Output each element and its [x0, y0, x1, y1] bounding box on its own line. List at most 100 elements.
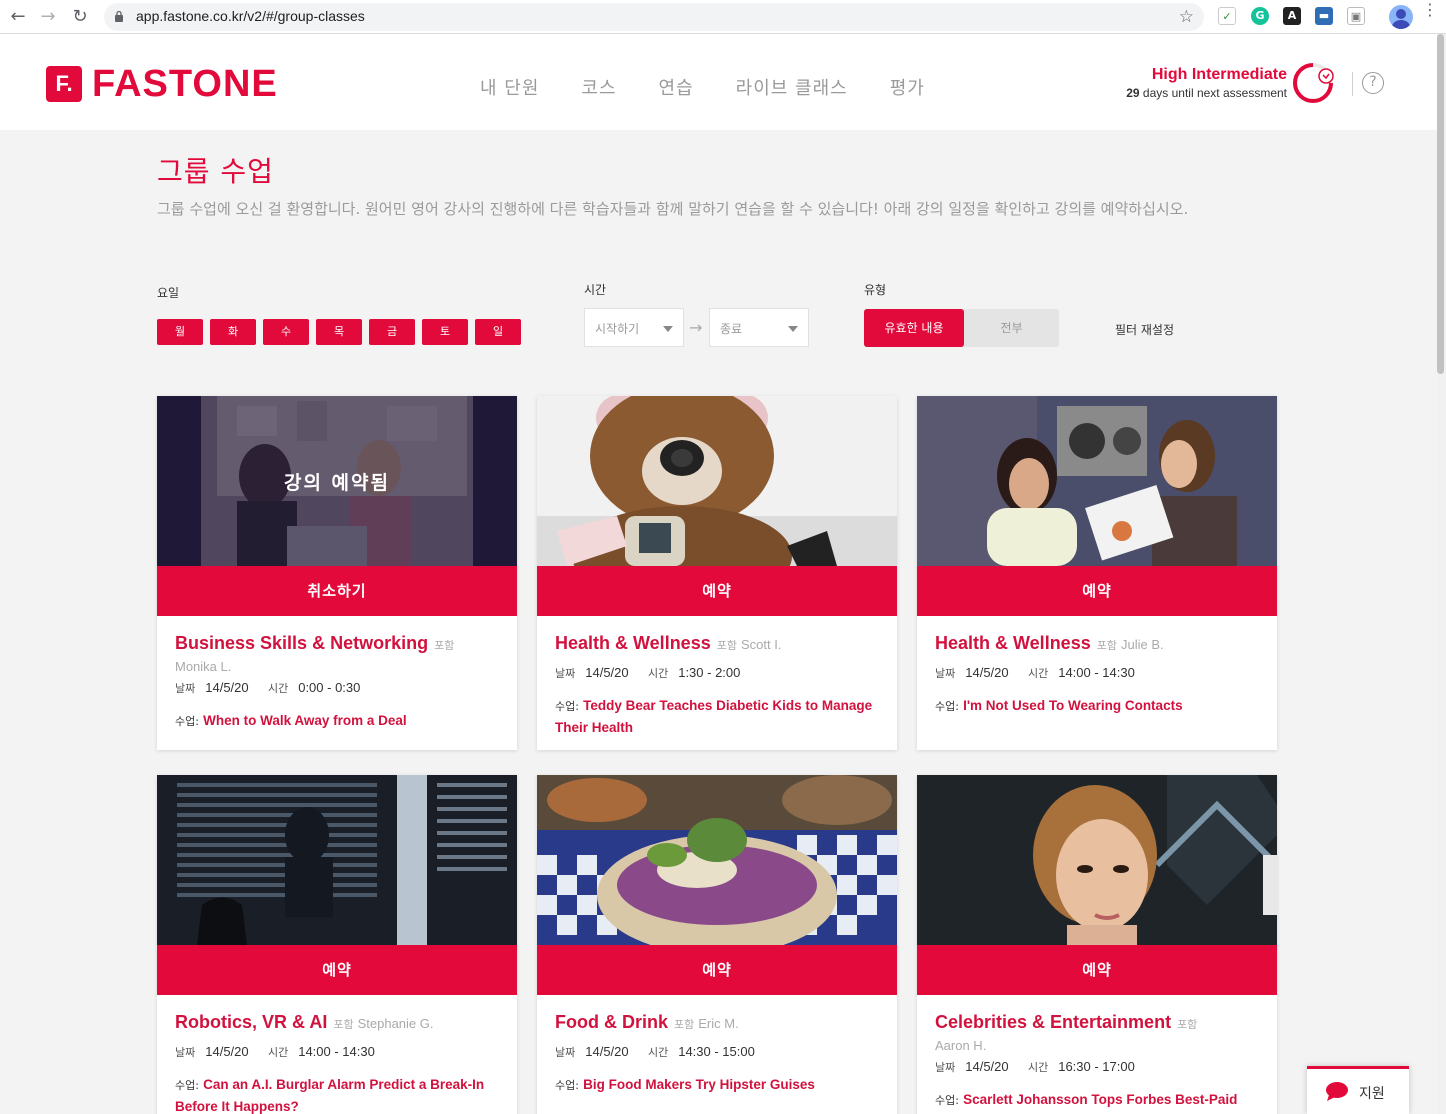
class-time: 14:00 - 14:30: [298, 1044, 375, 1059]
lesson-title[interactable]: Scarlett Johansson Tops Forbes Best-Paid: [963, 1092, 1237, 1107]
end-time-placeholder: 종료: [720, 322, 743, 336]
class-title[interactable]: Business Skills & Networking: [175, 633, 428, 653]
extension-a-icon[interactable]: A: [1283, 7, 1301, 25]
class-title[interactable]: Food & Drink: [555, 1012, 668, 1032]
time-label: 시간: [267, 1046, 289, 1059]
class-image: [917, 396, 1277, 566]
day-filter-label: 요일: [157, 286, 180, 300]
extension-card-icon[interactable]: ▬: [1315, 7, 1333, 25]
forward-icon[interactable]: →: [36, 5, 60, 29]
class-date: 14/5/20: [965, 1059, 1009, 1074]
type-all-button[interactable]: 전부: [964, 309, 1059, 347]
teacher-name: Monika L.: [175, 659, 232, 674]
class-lesson: 수업: Can an A.I. Burglar Alarm Predict a …: [175, 1074, 505, 1114]
level-status[interactable]: High Intermediate 29 days until next ass…: [1126, 66, 1287, 100]
class-title[interactable]: Health & Wellness: [555, 633, 711, 653]
help-icon[interactable]: ?: [1362, 72, 1384, 94]
date-label: 날짜: [935, 667, 956, 680]
profile-avatar[interactable]: [1389, 5, 1413, 29]
lesson-title[interactable]: I'm Not Used To Wearing Contacts: [963, 698, 1182, 713]
assessment-clock-icon[interactable]: [1292, 62, 1334, 104]
book-button[interactable]: 예약: [917, 945, 1277, 995]
time-label: 시간: [647, 1046, 669, 1059]
grammarly-icon[interactable]: G: [1251, 7, 1269, 25]
address-bar[interactable]: app.fastone.co.kr/v2/#/group-classes ☆: [104, 3, 1204, 31]
day-button-sat[interactable]: 토: [422, 319, 468, 345]
teacher-name: Stephanie G.: [357, 1016, 434, 1031]
nav-courses[interactable]: 코스: [581, 74, 616, 100]
class-title[interactable]: Celebrities & Entertainment: [935, 1012, 1171, 1032]
day-button-fri[interactable]: 금: [369, 319, 415, 345]
lesson-label: 수업:: [935, 1094, 959, 1107]
reload-icon[interactable]: ↻: [68, 5, 92, 29]
nav-assessment[interactable]: 평가: [890, 74, 925, 100]
days-count: 29: [1126, 86, 1140, 100]
extension-tag-icon[interactable]: ✓: [1218, 7, 1236, 25]
class-lesson: 수업: Teddy Bear Teaches Diabetic Kids to …: [555, 695, 885, 739]
class-card: 예약 Health & Wellness 포함 Julie B. 날짜 14/5/20…: [917, 396, 1277, 750]
date-label: 날짜: [555, 1046, 576, 1059]
time-label: 시간: [647, 667, 669, 680]
nav-live-class[interactable]: 라이브 클래스: [736, 74, 848, 100]
fastone-logo[interactable]: F. FASTONE: [46, 63, 278, 105]
class-schedule: 날짜 14/5/20 시간 0:00 - 0:30: [175, 680, 505, 696]
time-label: 시간: [1027, 1061, 1049, 1074]
chevron-down-icon: [663, 326, 673, 332]
class-date: 14/5/20: [965, 665, 1009, 680]
type-available-button[interactable]: 유효한 내용: [864, 309, 964, 347]
reset-filters-link[interactable]: 필터 재설정: [1115, 321, 1174, 338]
support-chat-button[interactable]: 지원: [1307, 1066, 1409, 1114]
class-title[interactable]: Health & Wellness: [935, 633, 1091, 653]
cancel-button[interactable]: 취소하기: [157, 566, 517, 616]
logo-text: FASTONE: [92, 63, 278, 105]
level-title: High Intermediate: [1151, 66, 1287, 83]
book-button[interactable]: 예약: [917, 566, 1277, 616]
end-time-select[interactable]: 종료: [709, 308, 809, 347]
lesson-label: 수업:: [175, 1079, 199, 1092]
page-description: 그룹 수업에 오신 걸 환영합니다. 원어민 영어 강사의 진행하에 다른 학습…: [157, 200, 1189, 218]
book-button[interactable]: 예약: [537, 945, 897, 995]
book-button[interactable]: 예약: [157, 945, 517, 995]
card-body: Health & Wellness 포함 Julie B. 날짜 14/5/20 시간…: [935, 632, 1265, 717]
main-nav: 내 단원 코스 연습 라이브 클래스 평가: [480, 74, 967, 100]
lesson-title[interactable]: Can an A.I. Burglar Alarm Predict a Brea…: [175, 1077, 484, 1114]
page-scrollbar[interactable]: [1437, 34, 1446, 1114]
date-label: 날짜: [175, 1046, 196, 1059]
header-divider: [1352, 72, 1353, 96]
teacher-name: Aaron H.: [935, 1038, 987, 1053]
class-image: 강의 예약됨: [157, 396, 517, 566]
with-label: 포함: [716, 640, 737, 652]
day-button-tue[interactable]: 화: [210, 319, 256, 345]
lesson-title[interactable]: When to Walk Away from a Deal: [203, 713, 407, 728]
browser-menu-icon[interactable]: ⋮: [1422, 2, 1438, 18]
lesson-label: 수업:: [175, 715, 199, 728]
scrollbar-thumb[interactable]: [1437, 34, 1444, 374]
book-button[interactable]: 예약: [537, 566, 897, 616]
app-header: F. FASTONE 내 단원 코스 연습 라이브 클래스 평가 High In…: [0, 34, 1437, 130]
nav-my-units[interactable]: 내 단원: [480, 74, 539, 100]
lesson-title[interactable]: Teddy Bear Teaches Diabetic Kids to Mana…: [555, 698, 872, 735]
class-schedule: 날짜 14/5/20 시간 1:30 - 2:00: [555, 665, 885, 681]
class-lesson: 수업: I'm Not Used To Wearing Contacts: [935, 695, 1265, 717]
day-button-sun[interactable]: 일: [475, 319, 521, 345]
day-button-wed[interactable]: 수: [263, 319, 309, 345]
page-title: 그룹 수업: [157, 155, 274, 188]
date-label: 날짜: [175, 682, 196, 695]
card-body: Celebrities & Entertainment 포함 Aaron H. 날…: [935, 1011, 1265, 1111]
start-time-select[interactable]: 시작하기: [584, 308, 684, 347]
extension-window-icon[interactable]: ▣: [1347, 7, 1365, 25]
url-text: app.fastone.co.kr/v2/#/group-classes: [136, 8, 365, 24]
time-label: 시간: [267, 682, 289, 695]
nav-practice[interactable]: 연습: [659, 74, 694, 100]
day-button-thu[interactable]: 목: [316, 319, 362, 345]
back-icon[interactable]: ←: [6, 5, 30, 29]
days-text: days until next assessment: [1139, 86, 1287, 100]
with-label: 포함: [333, 1019, 354, 1031]
class-time: 14:00 - 14:30: [1058, 665, 1135, 680]
card-body: Health & Wellness 포함 Scott I. 날짜 14/5/20 시간…: [555, 632, 885, 739]
lesson-title[interactable]: Big Food Makers Try Hipster Guises: [583, 1077, 815, 1092]
class-schedule: 날짜 14/5/20 시간 14:00 - 14:30: [175, 1044, 505, 1060]
bookmark-star-icon[interactable]: ☆: [1179, 7, 1194, 27]
day-button-mon[interactable]: 월: [157, 319, 203, 345]
class-title[interactable]: Robotics, VR & AI: [175, 1012, 327, 1032]
